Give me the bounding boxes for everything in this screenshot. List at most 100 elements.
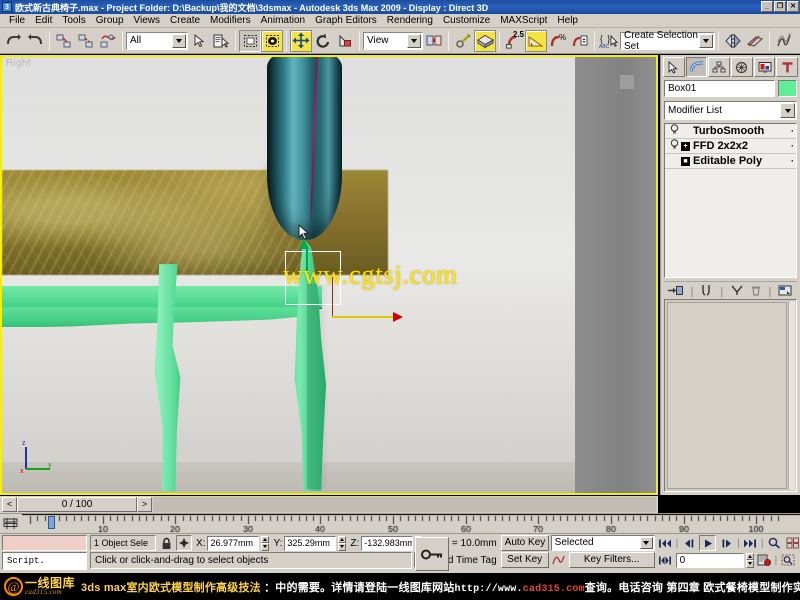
modifier-stack-item-ffd[interactable]: + FFD 2x2x2 · [665, 139, 796, 154]
spinner-snap-toggle-button[interactable] [569, 29, 591, 52]
expand-modifier-icon[interactable]: + [681, 141, 690, 151]
selection-filter-combo[interactable]: All [126, 31, 188, 50]
menu-item-maxscript[interactable]: MAXScript [495, 14, 552, 27]
frame-ruler[interactable] [22, 514, 800, 533]
y-coordinate-field[interactable]: 325.29mm [284, 535, 337, 551]
absolute-relative-toggle-button[interactable] [176, 535, 192, 551]
angle-snap-toggle-button[interactable] [525, 29, 547, 52]
mirror-button[interactable] [722, 29, 744, 52]
light-bulb-icon[interactable] [667, 124, 681, 138]
next-frame-button[interactable] [718, 535, 736, 551]
play-animation-button[interactable] [699, 535, 717, 551]
maximize-button[interactable]: ❐ [774, 1, 786, 12]
select-and-move-button[interactable] [290, 29, 312, 52]
key-filters-button[interactable]: Key Filters... [568, 552, 655, 568]
previous-frame-button[interactable] [680, 535, 698, 551]
expand-modifier-icon[interactable]: ■ [681, 156, 690, 166]
utilities-tab[interactable] [776, 57, 799, 77]
auto-key-button[interactable]: Auto Key [500, 535, 549, 551]
chevron-down-icon[interactable] [639, 537, 653, 549]
object-color-swatch[interactable] [778, 80, 797, 97]
chevron-down-icon[interactable] [407, 33, 421, 48]
zoom-all-button[interactable] [784, 535, 800, 551]
zoom-extents-selected-button[interactable] [779, 552, 797, 568]
menu-item-tools[interactable]: Tools [57, 14, 90, 27]
chevron-down-icon[interactable] [780, 103, 795, 118]
z-coordinate-field[interactable]: -132.983mm [361, 535, 414, 551]
minimize-button[interactable]: _ [761, 1, 773, 12]
go-to-end-button[interactable] [741, 535, 759, 551]
select-by-name-button[interactable] [210, 29, 232, 52]
y-spinner[interactable] [338, 535, 347, 551]
curve-editor-button[interactable] [773, 29, 795, 52]
snaps-toggle-button[interactable]: 2.5 [503, 29, 525, 52]
viewport[interactable]: Right www.cgtsj.com z y x [0, 55, 658, 495]
current-frame-spinner[interactable] [745, 552, 754, 568]
menu-item-help[interactable]: Help [552, 14, 583, 27]
viewport-label[interactable]: Right [6, 58, 31, 69]
set-key-curve-icon[interactable] [550, 552, 567, 568]
select-and-uniform-scale-button[interactable] [334, 29, 356, 52]
select-and-rotate-button[interactable] [312, 29, 334, 52]
chevron-down-icon[interactable] [172, 33, 186, 48]
rectangular-selection-region-button[interactable] [239, 29, 261, 52]
previous-frame-arrow[interactable]: < [2, 497, 17, 512]
reference-coordinate-system-combo[interactable]: View [363, 31, 423, 50]
menu-item-modifiers[interactable]: Modifiers [205, 14, 256, 27]
maxscript-listener-output[interactable] [2, 535, 87, 551]
menu-item-file[interactable]: File [4, 14, 30, 27]
light-bulb-icon[interactable] [667, 139, 681, 153]
named-selection-set-combo[interactable]: Create Selection Set [620, 30, 715, 52]
menu-item-views[interactable]: Views [129, 14, 166, 27]
menu-item-rendering[interactable]: Rendering [382, 14, 438, 27]
maxscript-input-field[interactable]: Script. [2, 552, 87, 570]
track-bar[interactable] [0, 513, 800, 533]
create-tab[interactable] [663, 57, 685, 77]
unlink-selection-button[interactable] [75, 29, 97, 52]
select-and-manipulate-button[interactable] [452, 29, 474, 52]
remove-modifier-button[interactable] [750, 284, 762, 300]
window-crossing-toggle-button[interactable] [261, 29, 283, 52]
go-to-start-button[interactable] [656, 535, 674, 551]
select-and-link-button[interactable] [53, 29, 75, 52]
time-slider[interactable]: < 0 / 100 > [0, 496, 658, 513]
key-mode-toggle-button[interactable] [415, 537, 449, 571]
open-mini-curve-editor-button[interactable] [0, 514, 22, 533]
redo-button[interactable] [24, 29, 46, 52]
menu-item-create[interactable]: Create [165, 14, 205, 27]
time-slider-track[interactable] [153, 497, 656, 512]
menu-item-animation[interactable]: Animation [256, 14, 310, 27]
motion-tab[interactable] [731, 57, 753, 77]
display-tab[interactable] [753, 57, 776, 77]
current-frame-marker[interactable] [48, 516, 55, 529]
set-key-button[interactable]: Set Key [500, 552, 549, 568]
chevron-down-icon[interactable] [699, 33, 713, 48]
key-filter-combo[interactable]: Selected [550, 535, 655, 551]
show-end-result-button[interactable] [700, 284, 714, 300]
modifier-stack[interactable]: TurboSmooth · + FFD 2x2x2 · ■ Editable P… [664, 123, 797, 278]
percent-snap-toggle-button[interactable]: % [547, 29, 569, 52]
align-button[interactable] [744, 29, 766, 52]
time-configuration-button[interactable] [755, 552, 773, 568]
object-name-field[interactable]: Box01 [664, 80, 775, 97]
key-mode-nav-button[interactable] [656, 552, 674, 568]
next-frame-arrow[interactable]: > [137, 497, 152, 512]
hierarchy-tab[interactable] [708, 57, 731, 77]
close-button[interactable]: ✕ [787, 1, 799, 12]
x-spinner[interactable] [261, 535, 270, 551]
gizmo-x-axis[interactable] [332, 311, 404, 322]
x-coordinate-field[interactable]: 26.977mm [207, 535, 260, 551]
keyboard-shortcut-override-button[interactable] [474, 29, 496, 52]
menu-item-customize[interactable]: Customize [438, 14, 495, 27]
time-slider-frame-field[interactable]: 0 / 100 [17, 497, 137, 512]
named-selection-sets-button[interactable]: { } ABC [598, 29, 620, 52]
command-panel-scrollbar[interactable] [788, 301, 795, 490]
lock-selection-button[interactable] [158, 535, 174, 551]
select-object-button[interactable] [188, 29, 210, 52]
use-pivot-point-center-button[interactable] [423, 29, 445, 52]
pin-stack-button[interactable] [667, 284, 684, 300]
frame-ruler-canvas[interactable] [22, 514, 800, 533]
menu-item-graph-editors[interactable]: Graph Editors [310, 14, 382, 27]
menu-item-edit[interactable]: Edit [30, 14, 57, 27]
bind-to-space-warp-button[interactable] [97, 29, 119, 52]
